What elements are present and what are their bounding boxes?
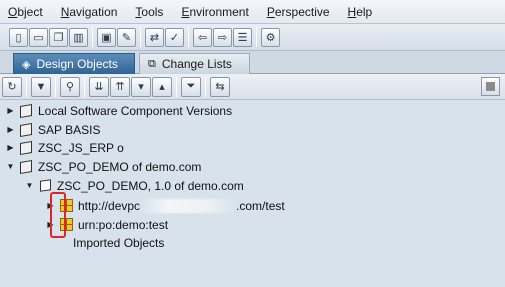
tree-node-imported-objects[interactable]: Imported Objects — [59, 233, 164, 252]
component-version-icon — [38, 179, 52, 193]
toolbar-separator — [140, 27, 141, 47]
expand-icon[interactable]: ▾ — [131, 76, 151, 97]
toolbar-separator — [55, 76, 56, 97]
toolbar-separator — [205, 76, 206, 97]
menu-bar: Object Navigation Tools Environment Pers… — [0, 0, 505, 24]
tree-toolbar: ↻ ▼ ⚲ ⇊ ⇈ ▾ ▴ ⏷ ⇆ — [0, 74, 505, 100]
funnel-icon[interactable]: ⏷ — [181, 76, 201, 97]
forward-arrow-icon[interactable]: ⇨ — [213, 27, 232, 47]
design-objects-icon: ◈ — [22, 58, 31, 71]
tree-node-label: http://devpc — [78, 198, 141, 213]
tree-node-sap-basis[interactable]: ▶ SAP BASIS — [5, 120, 100, 139]
where-used-icon[interactable]: ⇄ — [145, 27, 164, 47]
tree-node-label: ZSC_PO_DEMO, 1.0 of demo.com — [57, 178, 244, 193]
settings-icon[interactable]: ⚙ — [261, 27, 280, 47]
collapse-all-icon[interactable]: ▴ — [152, 76, 172, 97]
tree-node-label: ZSC_PO_DEMO of demo.com — [38, 159, 202, 174]
toolbar-separator — [84, 76, 85, 97]
expand-arrow-icon[interactable]: ▶ — [5, 106, 16, 115]
refresh-icon[interactable]: ↻ — [2, 76, 22, 97]
local-component-icon — [19, 103, 33, 118]
software-component-icon — [19, 122, 33, 137]
tab-strip: ◈ Design Objects ⧉ Change Lists — [0, 51, 505, 74]
sync-icon[interactable]: ⇆ — [210, 76, 230, 97]
tree-node-label-suffix: .com/test — [236, 198, 285, 213]
collapse-icon[interactable]: ⇈ — [110, 76, 130, 97]
menu-navigation[interactable]: Navigation — [61, 5, 118, 19]
tree-node-label: urn:po:demo:test — [78, 217, 169, 232]
tree-node-namespace-http[interactable]: ▶ http://devpc .com/test — [45, 196, 285, 215]
software-component-icon — [19, 159, 33, 174]
tree-node-label: Local Software Component Versions — [38, 103, 233, 118]
menu-tools[interactable]: Tools — [135, 5, 163, 19]
tree-node-label: Imported Objects — [73, 235, 165, 250]
copy-icon[interactable]: ❐ — [49, 27, 68, 47]
tree-node-label: SAP BASIS — [38, 122, 101, 137]
tree-node-zsc-po-demo[interactable]: ▼ ZSC_PO_DEMO of demo.com — [5, 157, 201, 176]
main-toolbar: ▯ ▭ ❐ ▥ ▣ ✎ ⇄ ✓ ⇦ ⇨ ☰ ⚙ — [0, 24, 505, 51]
redacted-text — [140, 198, 237, 213]
expand-all-icon[interactable]: ⇊ — [89, 76, 109, 97]
back-arrow-icon[interactable]: ⇦ — [193, 27, 212, 47]
toolbar-separator — [26, 76, 27, 97]
highlight-box — [50, 192, 66, 238]
tab-design-objects[interactable]: ◈ Design Objects — [13, 53, 135, 74]
tab-design-objects-label: Design Objects — [36, 57, 118, 71]
display-icon[interactable]: ▣ — [97, 27, 116, 47]
expand-arrow-icon[interactable]: ▶ — [5, 143, 16, 152]
menu-perspective[interactable]: Perspective — [267, 5, 330, 19]
expand-arrow-icon[interactable]: ▶ — [5, 125, 16, 134]
filter-icon[interactable]: ▼ — [31, 76, 51, 97]
check-icon[interactable]: ✓ — [165, 27, 184, 47]
tab-change-lists[interactable]: ⧉ Change Lists — [139, 53, 250, 74]
list-icon[interactable]: ☰ — [233, 27, 252, 47]
toolbar-separator — [188, 27, 189, 47]
open-folder-icon[interactable]: ▭ — [29, 27, 48, 47]
toolbar-separator — [176, 76, 177, 97]
change-lists-icon: ⧉ — [148, 57, 156, 70]
menu-object[interactable]: Object — [8, 5, 43, 19]
tree-node-label: ZSC_JS_ERP o — [38, 140, 124, 155]
binoculars-icon[interactable]: ⚲ — [60, 76, 80, 97]
change-icon[interactable]: ✎ — [117, 27, 136, 47]
software-component-icon — [19, 140, 33, 155]
toolbar-separator — [92, 27, 93, 47]
object-tree: ▶ Local Software Component Versions ▶ SA… — [0, 100, 505, 287]
tree-node-local-swc[interactable]: ▶ Local Software Component Versions — [5, 101, 232, 120]
menu-help[interactable]: Help — [348, 5, 373, 19]
stop-icon[interactable] — [481, 77, 500, 96]
collapse-arrow-icon[interactable]: ▼ — [24, 181, 35, 190]
collapse-arrow-icon[interactable]: ▼ — [5, 162, 16, 171]
new-document-icon[interactable]: ▯ — [9, 27, 28, 47]
toolbar-separator — [256, 27, 257, 47]
menu-environment[interactable]: Environment — [181, 5, 248, 19]
tree-node-zsc-js-erp[interactable]: ▶ ZSC_JS_ERP o — [5, 138, 124, 157]
tab-change-lists-label: Change Lists — [161, 57, 232, 71]
delete-icon[interactable]: ▥ — [69, 27, 88, 47]
